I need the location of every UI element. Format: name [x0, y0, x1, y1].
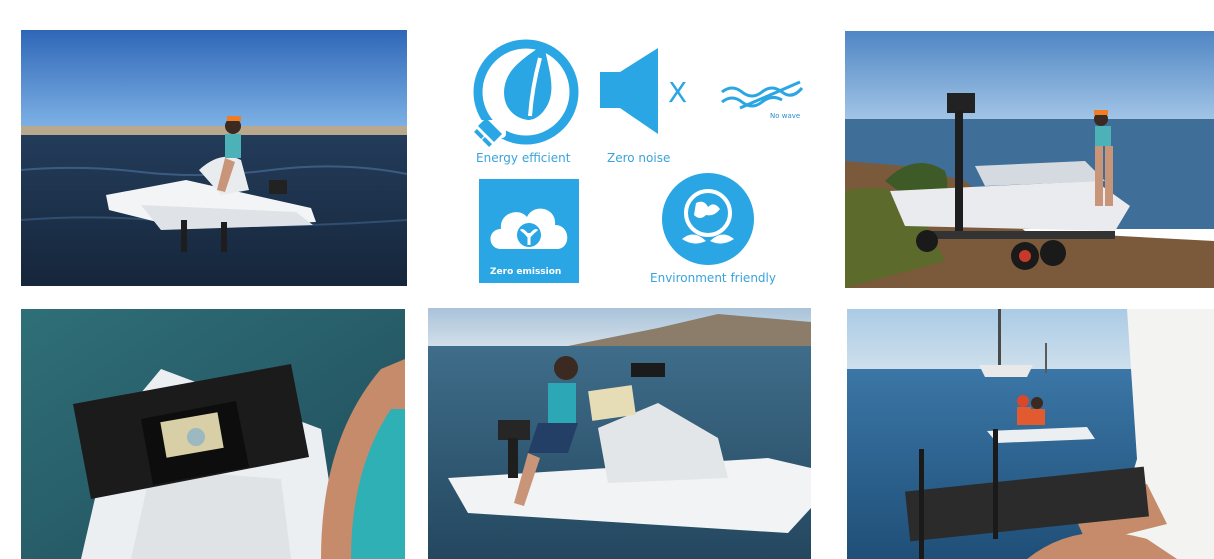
energy-efficient-label: Energy efficient: [476, 151, 571, 165]
no-wave-label: No wave: [770, 112, 801, 120]
zero-emission-label: Zero emission: [490, 267, 562, 277]
photo-remote-control-sailboat: [847, 309, 1214, 559]
globe-leaf-icon: [660, 171, 756, 267]
photo-boat-on-trailer: [845, 31, 1214, 288]
photo-woman-riding-boat: [21, 30, 407, 286]
zero-noise-mark: X: [668, 76, 688, 109]
photo-dashboard-closeup: [21, 309, 405, 559]
environment-friendly-label: Environment friendly: [650, 271, 776, 285]
zero-noise-label: Zero noise: [607, 151, 671, 165]
energy-efficient-icon: [472, 38, 580, 150]
no-wave-icon: [720, 78, 808, 112]
photo-woman-seated-on-boat: [428, 308, 811, 559]
speaker-muted-icon: [600, 48, 660, 134]
